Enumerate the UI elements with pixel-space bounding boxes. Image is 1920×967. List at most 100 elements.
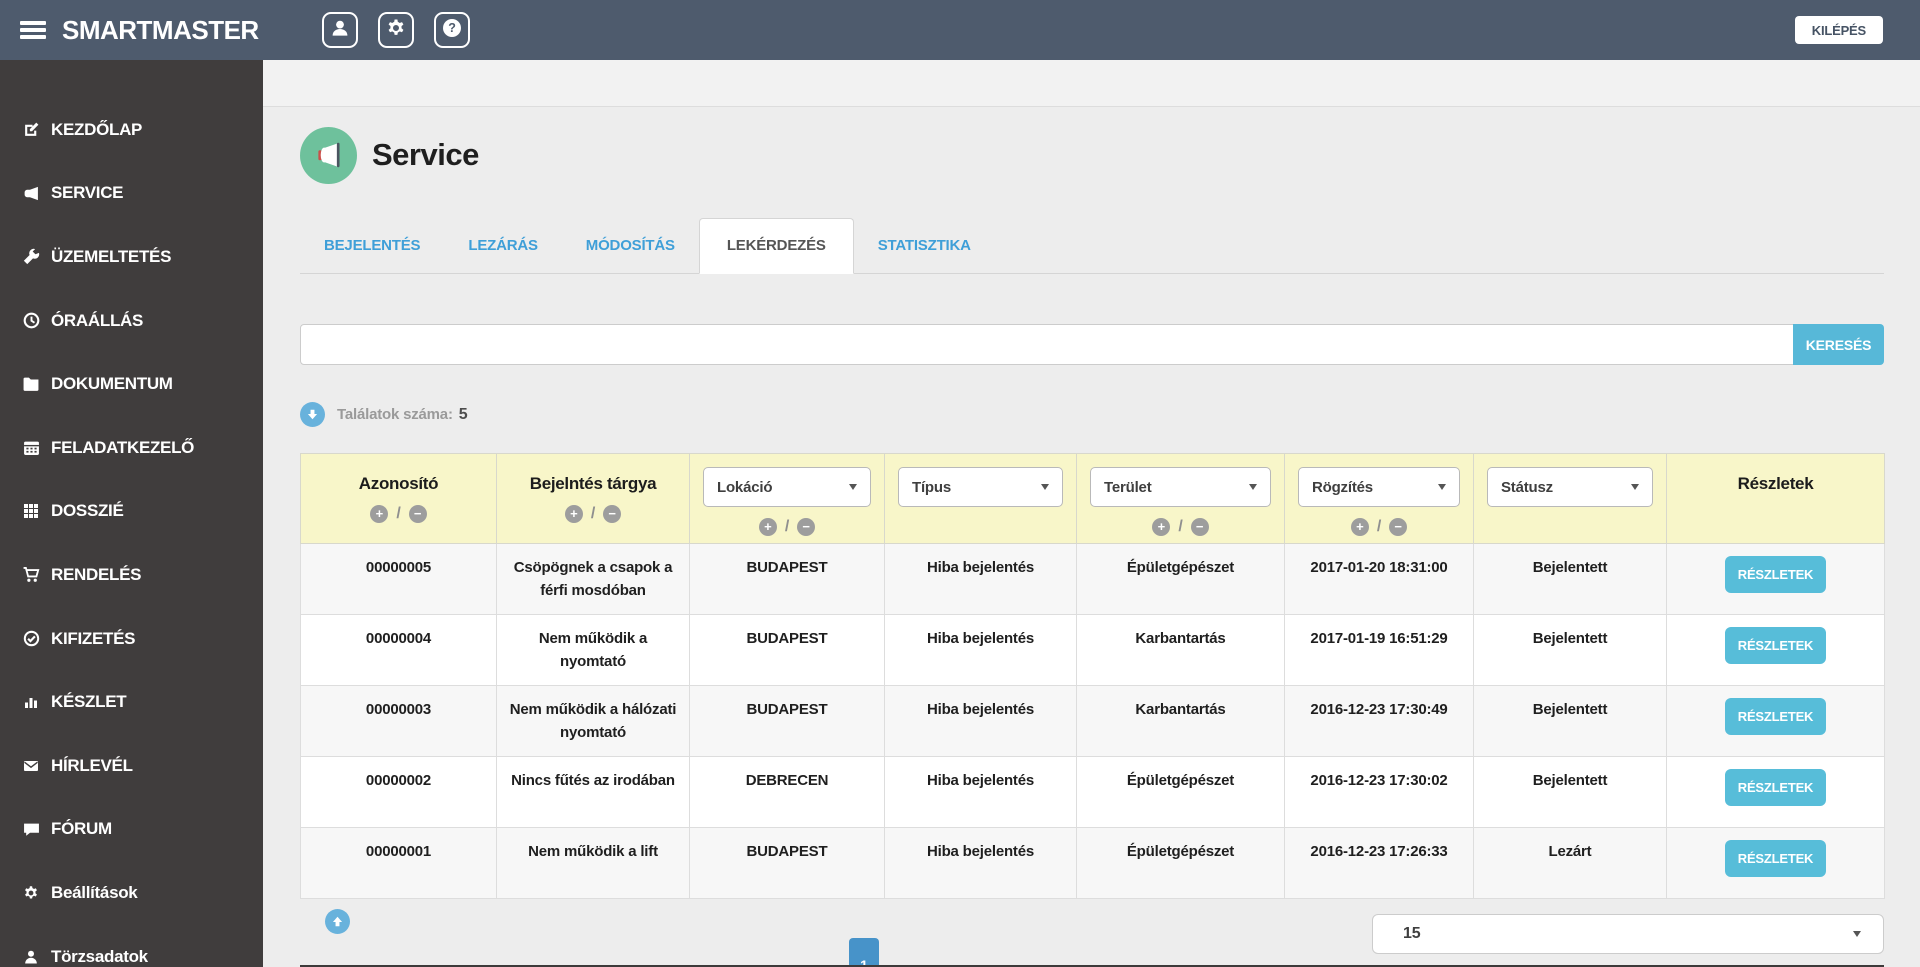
top-navbar: SMARTMASTER ? KILÉPÉS [0, 0, 1920, 60]
table-row: 00000005 Csöpögnek a csapok a férfi mosd… [300, 543, 1885, 615]
column-header-azonosito: Azonosító + / − [300, 453, 497, 544]
breadcrumb-strip [263, 60, 1920, 107]
chevron-down-icon [1438, 484, 1446, 490]
wrench-icon [22, 248, 40, 266]
logout-button[interactable]: KILÉPÉS [1794, 16, 1883, 44]
cell-status: Lezárt [1473, 827, 1667, 899]
cell-subject: Nem működik a nyomtató [496, 614, 690, 686]
chevron-down-icon [1249, 484, 1257, 490]
results-count: 5 [458, 405, 468, 423]
user-button[interactable] [322, 12, 358, 48]
cell-id: 00000005 [300, 543, 497, 615]
user-icon [330, 18, 350, 43]
cell-subject: Csöpögnek a csapok a férfi mosdóban [496, 543, 690, 615]
cell-status: Bejelentett [1473, 543, 1667, 615]
terulet-filter-dropdown[interactable]: Terület [1090, 467, 1271, 507]
details-button[interactable]: RÉSZLETEK [1725, 627, 1826, 664]
cell-recorded: 2016-12-23 17:30:02 [1284, 756, 1474, 828]
cell-details: RÉSZLETEK [1666, 756, 1885, 828]
table-row: 00000002 Nincs fűtés az irodában DEBRECE… [300, 756, 1885, 828]
megaphone-icon [22, 184, 40, 202]
sort-desc-icon[interactable]: − [797, 518, 816, 536]
sort-controls: + / − [301, 505, 496, 523]
sidebar-item-rendeles[interactable]: RENDELÉS [0, 543, 263, 607]
sidebar-item-feladatkezelo[interactable]: FELADATKEZELŐ [0, 416, 263, 480]
main-area: Service BEJELENTÉS LEZÁRÁS MÓDOSÍTÁS LEK… [263, 60, 1920, 967]
question-icon: ? [442, 18, 462, 43]
cell-id: 00000004 [300, 614, 497, 686]
sidebar-item-beallitasok[interactable]: Beállítások [0, 861, 263, 925]
details-button[interactable]: RÉSZLETEK [1725, 556, 1826, 593]
cell-location: BUDAPEST [689, 827, 885, 899]
table-row: 00000003 Nem működik a hálózati nyomtató… [300, 685, 1885, 757]
sort-desc-icon[interactable]: − [1389, 518, 1408, 536]
cell-details: RÉSZLETEK [1666, 614, 1885, 686]
tab-lezaras[interactable]: LEZÁRÁS [444, 219, 561, 273]
tipus-filter-dropdown[interactable]: Típus [898, 467, 1063, 507]
sort-desc-icon[interactable]: − [1190, 518, 1209, 536]
cell-type: Hiba bejelentés [884, 756, 1077, 828]
sidebar-item-keszlet[interactable]: KÉSZLET [0, 670, 263, 734]
lokacio-filter-dropdown[interactable]: Lokáció [703, 467, 871, 507]
cell-details: RÉSZLETEK [1666, 827, 1885, 899]
cell-type: Hiba bejelentés [884, 543, 1077, 615]
chevron-down-icon [1041, 484, 1049, 490]
sort-asc-icon[interactable]: + [370, 505, 389, 523]
sort-asc-icon[interactable]: + [1152, 518, 1171, 536]
sidebar-item-kezdolap[interactable]: KEZDŐLAP [0, 98, 263, 162]
cell-area: Épületgépészet [1076, 756, 1285, 828]
tab-lekerdezes[interactable]: LEKÉRDEZÉS [698, 218, 854, 274]
back-to-top-arrow-icon[interactable] [325, 909, 350, 934]
gear-icon [22, 884, 40, 902]
tab-bejelentes[interactable]: BEJELENTÉS [300, 219, 444, 273]
sort-desc-icon[interactable]: − [408, 505, 427, 523]
search-input[interactable] [300, 324, 1794, 365]
tab-statisztika[interactable]: STATISZTIKA [854, 219, 995, 273]
cell-id: 00000003 [300, 685, 497, 757]
edit-icon [22, 121, 40, 139]
sidebar-item-hirlevel[interactable]: HÍRLEVÉL [0, 734, 263, 798]
collapse-down-arrow-icon[interactable] [300, 402, 325, 427]
pagination-page-1-button[interactable]: 1 [849, 938, 879, 967]
cell-recorded: 2016-12-23 17:26:33 [1284, 827, 1474, 899]
cell-location: BUDAPEST [689, 543, 885, 615]
cell-subject: Nincs fűtés az irodában [496, 756, 690, 828]
calendar-icon [22, 439, 40, 457]
column-header-targy: Bejelntés tárgya + / − [496, 453, 690, 544]
sort-asc-icon[interactable]: + [564, 505, 583, 523]
tab-modositas[interactable]: MÓDOSÍTÁS [562, 219, 699, 273]
page-size-dropdown[interactable]: 15 [1372, 914, 1884, 954]
sidebar-item-oraallas[interactable]: ÓRAÁLLÁS [0, 289, 263, 353]
details-button[interactable]: RÉSZLETEK [1725, 769, 1826, 806]
table-footer: 1 15 [300, 899, 1884, 967]
search-button[interactable]: KERESÉS [1793, 324, 1884, 365]
table-header-row: Azonosító + / − Bejelntés tárgya + / − L… [300, 453, 1885, 544]
sidebar-item-uzemeltetes[interactable]: ÜZEMELTETÉS [0, 225, 263, 289]
details-button[interactable]: RÉSZLETEK [1725, 840, 1826, 877]
settings-button[interactable] [378, 12, 414, 48]
sidebar-item-forum[interactable]: FÓRUM [0, 798, 263, 862]
column-header-rogzites: Rögzítés + / − [1284, 453, 1474, 544]
results-label: Találatok száma: [337, 406, 453, 423]
sidebar-item-torzsadatok[interactable]: Törzsadatok [0, 925, 263, 967]
sidebar-item-service[interactable]: SERVICE [0, 162, 263, 226]
sort-asc-icon[interactable]: + [758, 518, 777, 536]
table-row: 00000001 Nem működik a lift BUDAPEST Hib… [300, 827, 1885, 899]
details-button[interactable]: RÉSZLETEK [1725, 698, 1826, 735]
sidebar-item-kifizetes[interactable]: KIFIZETÉS [0, 607, 263, 671]
cell-type: Hiba bejelentés [884, 685, 1077, 757]
rogzites-filter-dropdown[interactable]: Rögzítés [1298, 467, 1460, 507]
cell-area: Karbantartás [1076, 685, 1285, 757]
sidebar-item-dosszie[interactable]: DOSSZIÉ [0, 480, 263, 544]
cell-location: BUDAPEST [689, 685, 885, 757]
cell-id: 00000002 [300, 756, 497, 828]
sidebar-item-dokumentum[interactable]: DOKUMENTUM [0, 352, 263, 416]
cell-location: DEBRECEN [689, 756, 885, 828]
cell-area: Épületgépészet [1076, 543, 1285, 615]
help-button[interactable]: ? [434, 12, 470, 48]
sort-asc-icon[interactable]: + [1350, 518, 1369, 536]
hamburger-menu-icon[interactable] [20, 21, 46, 39]
cell-area: Épületgépészet [1076, 827, 1285, 899]
sort-desc-icon[interactable]: − [603, 505, 622, 523]
statusz-filter-dropdown[interactable]: Státusz [1487, 467, 1653, 507]
